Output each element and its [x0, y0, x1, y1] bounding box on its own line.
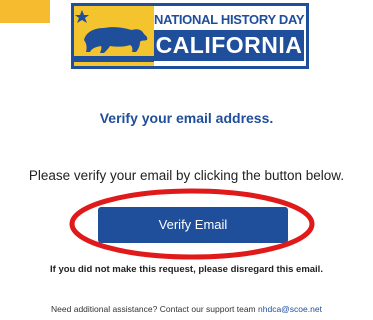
nhd-california-logo: NATIONAL HISTORY DAY CALIFORNIA: [71, 3, 309, 69]
support-email-link[interactable]: nhdca@scoe.net: [258, 304, 322, 314]
disregard-note: If you did not make this request, please…: [50, 264, 323, 275]
california-bear-flag-icon: [74, 6, 154, 66]
red-highlight-ellipse: [69, 188, 315, 260]
email-page: NATIONAL HISTORY DAY CALIFORNIA Verify y…: [0, 0, 373, 320]
logo-text-area: NATIONAL HISTORY DAY CALIFORNIA: [154, 6, 306, 66]
corner-accent: [0, 0, 50, 23]
logo-state-line: CALIFORNIA: [154, 30, 304, 61]
support-line: Need additional assistance? Contact our …: [0, 304, 373, 314]
support-text: Need additional assistance? Contact our …: [51, 304, 256, 314]
page-title: Verify your email address.: [99, 110, 274, 126]
logo-title-line: NATIONAL HISTORY DAY: [154, 12, 305, 27]
instruction-text: Please verify your email by clicking the…: [28, 168, 345, 183]
